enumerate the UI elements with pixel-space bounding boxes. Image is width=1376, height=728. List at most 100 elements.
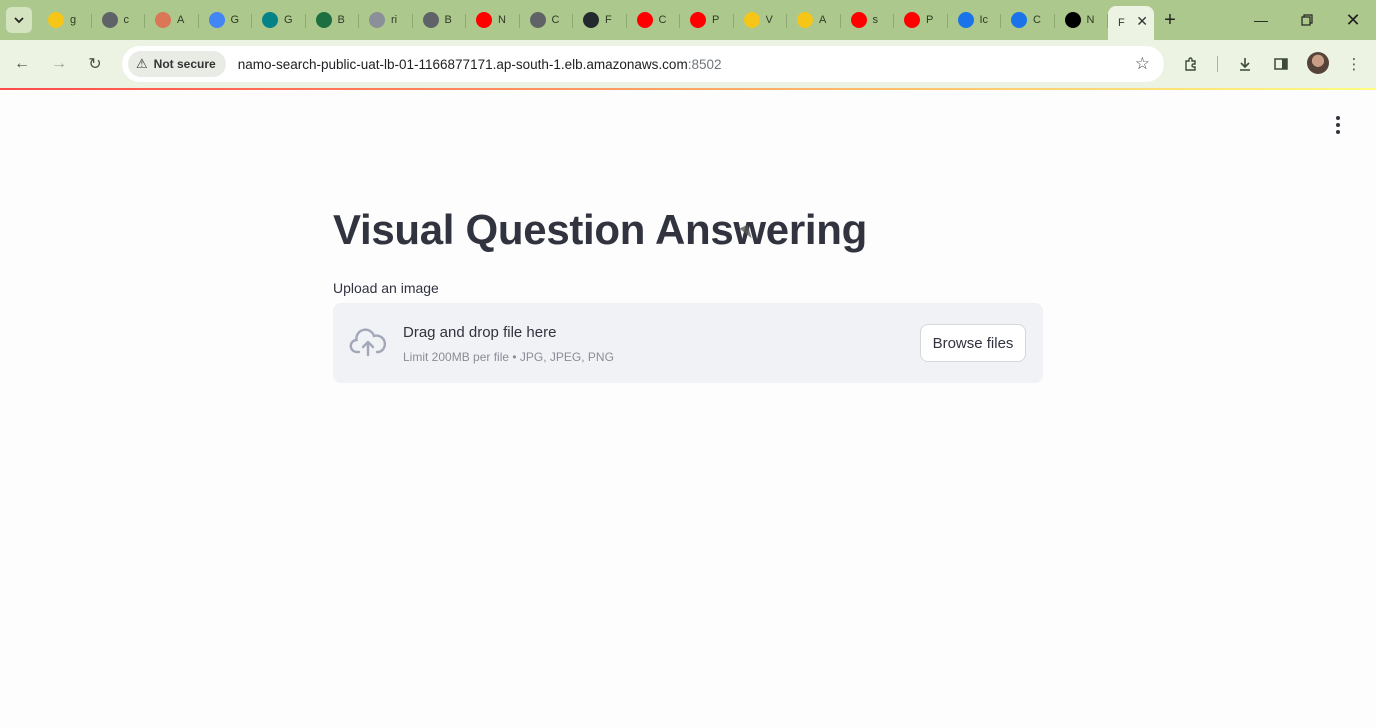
youtube-icon	[904, 12, 920, 28]
page-icon	[369, 12, 385, 28]
dropzone-instructions: Drag and drop file here	[403, 324, 557, 341]
hugging-face-icon	[48, 12, 64, 28]
tab-title: P	[712, 14, 720, 26]
browser-tab[interactable]: C	[520, 6, 574, 34]
browser-tab[interactable]: V	[734, 6, 788, 34]
tab-close-icon[interactable]: ✕	[1136, 13, 1148, 30]
new-tab-button[interactable]: +	[1154, 6, 1186, 34]
forward-button[interactable]: →	[47, 52, 71, 76]
tab-title: c	[123, 14, 130, 26]
bracket-icon	[1011, 12, 1027, 28]
github-icon	[583, 12, 599, 28]
restore-icon	[1301, 14, 1313, 26]
browser-tab[interactable]: G	[252, 6, 306, 34]
tab-title: A	[177, 14, 185, 26]
browser-tab[interactable]: B	[413, 6, 467, 34]
tab-title: F	[605, 14, 612, 26]
arrow-right-icon: →	[51, 55, 67, 72]
close-icon: ✕	[1345, 9, 1361, 30]
puzzle-icon	[1185, 57, 1196, 71]
tab-search-button[interactable]	[6, 7, 32, 33]
reload-button[interactable]: ↻	[83, 52, 107, 76]
tab-title: N	[1086, 14, 1095, 26]
browser-toolbar: ← → ↻ ⚠ Not secure namo-search-public-ua…	[0, 40, 1376, 88]
restore-button[interactable]	[1284, 0, 1330, 40]
chevron-down-icon	[14, 17, 24, 24]
app-main-menu-button[interactable]	[1326, 114, 1350, 136]
toolbar-divider	[1217, 56, 1218, 72]
globe-icon	[529, 12, 546, 28]
streamlit-decoration-bar	[0, 88, 1376, 90]
hugging-face-icon	[743, 12, 760, 28]
browser-tab[interactable]: g	[38, 6, 92, 34]
gemini-icon	[208, 12, 225, 28]
cloud-upload-icon	[349, 328, 387, 357]
anthropic-icon	[155, 12, 171, 28]
browser-tab[interactable]: N	[466, 6, 520, 34]
browser-tab[interactable]: A	[787, 6, 841, 34]
downloads-button[interactable]	[1233, 52, 1257, 76]
browser-tab[interactable]: s	[841, 6, 895, 34]
browser-tab[interactable]: A	[145, 6, 199, 34]
arrow-left-icon: ←	[14, 55, 30, 72]
browser-tab[interactable]: C	[627, 6, 681, 34]
browser-tab[interactable]: N	[1055, 6, 1109, 34]
tab-title: ri	[391, 14, 398, 26]
tab-strip: g c A G G Bri B N C F C P V As P Ic C N F ✕ + — ✕	[0, 0, 1376, 40]
browser-tab[interactable]: P	[680, 6, 734, 34]
browser-menu-button[interactable]: ⋮	[1342, 52, 1366, 76]
tab-title: g	[70, 14, 77, 26]
active-browser-tab[interactable]: F ✕	[1108, 6, 1154, 40]
dot	[1336, 123, 1340, 127]
upload-label: Upload an image	[333, 280, 439, 296]
dot	[1336, 116, 1340, 120]
tab-title: Ic	[979, 14, 989, 26]
browser-tab[interactable]: B	[306, 6, 360, 34]
profile-avatar[interactable]	[1307, 52, 1329, 74]
notion-icon	[1064, 12, 1081, 28]
browser-tab[interactable]: Ic	[948, 6, 1002, 34]
youtube-icon	[690, 12, 706, 28]
browser-tab[interactable]: c	[92, 6, 146, 34]
reload-icon: ↻	[88, 56, 102, 73]
tab-title: C	[658, 14, 667, 26]
youtube-icon	[636, 12, 653, 28]
bookmark-star-icon[interactable]: ☆	[1135, 54, 1150, 74]
tab-title: V	[765, 14, 773, 26]
url-host: namo-search-public-uat-lb-01-1166877171.…	[237, 56, 688, 72]
tab-list: g c A G G Bri B N C F C P V As P Ic C N F ✕ +	[38, 6, 1186, 40]
side-panel-button[interactable]	[1269, 52, 1293, 76]
tab-title: G	[284, 14, 293, 26]
security-label: Not secure	[153, 57, 216, 71]
side-panel-icon	[1274, 58, 1288, 70]
url-text: namo-search-public-uat-lb-01-1166877171.…	[238, 57, 722, 72]
tab-title: G	[230, 14, 240, 26]
tab-title: F	[1118, 17, 1125, 29]
warning-icon: ⚠	[136, 56, 148, 71]
minimize-icon: —	[1254, 12, 1268, 28]
security-chip[interactable]: ⚠ Not secure	[128, 51, 226, 77]
minimize-button[interactable]: —	[1238, 0, 1284, 40]
tab-title: B	[337, 14, 345, 26]
download-icon	[1240, 58, 1250, 71]
file-dropzone[interactable]: Drag and drop file here Limit 200MB per …	[333, 303, 1043, 383]
address-bar[interactable]: ⚠ Not secure namo-search-public-uat-lb-0…	[122, 46, 1164, 82]
browser-tab[interactable]: C	[1001, 6, 1055, 34]
dropzone-limits: Limit 200MB per file • JPG, JPEG, PNG	[403, 350, 614, 364]
back-button[interactable]: ←	[10, 52, 34, 76]
tab-title: N	[498, 14, 506, 26]
close-window-button[interactable]: ✕	[1330, 0, 1376, 40]
browse-files-button[interactable]: Browse files	[920, 324, 1026, 362]
openai-icon	[101, 12, 118, 28]
browser-tab[interactable]: F	[573, 6, 627, 34]
tab-title: A	[819, 14, 827, 26]
dot	[1336, 130, 1340, 134]
more-vert-icon: ⋮	[1346, 56, 1362, 73]
bracket-icon	[957, 12, 974, 28]
tab-title: C	[1033, 14, 1041, 26]
tab-title: P	[926, 14, 934, 26]
browser-tab[interactable]: G	[199, 6, 253, 34]
browser-tab[interactable]: P	[894, 6, 948, 34]
extensions-button[interactable]	[1179, 52, 1203, 76]
browser-tab[interactable]: ri	[359, 6, 413, 34]
